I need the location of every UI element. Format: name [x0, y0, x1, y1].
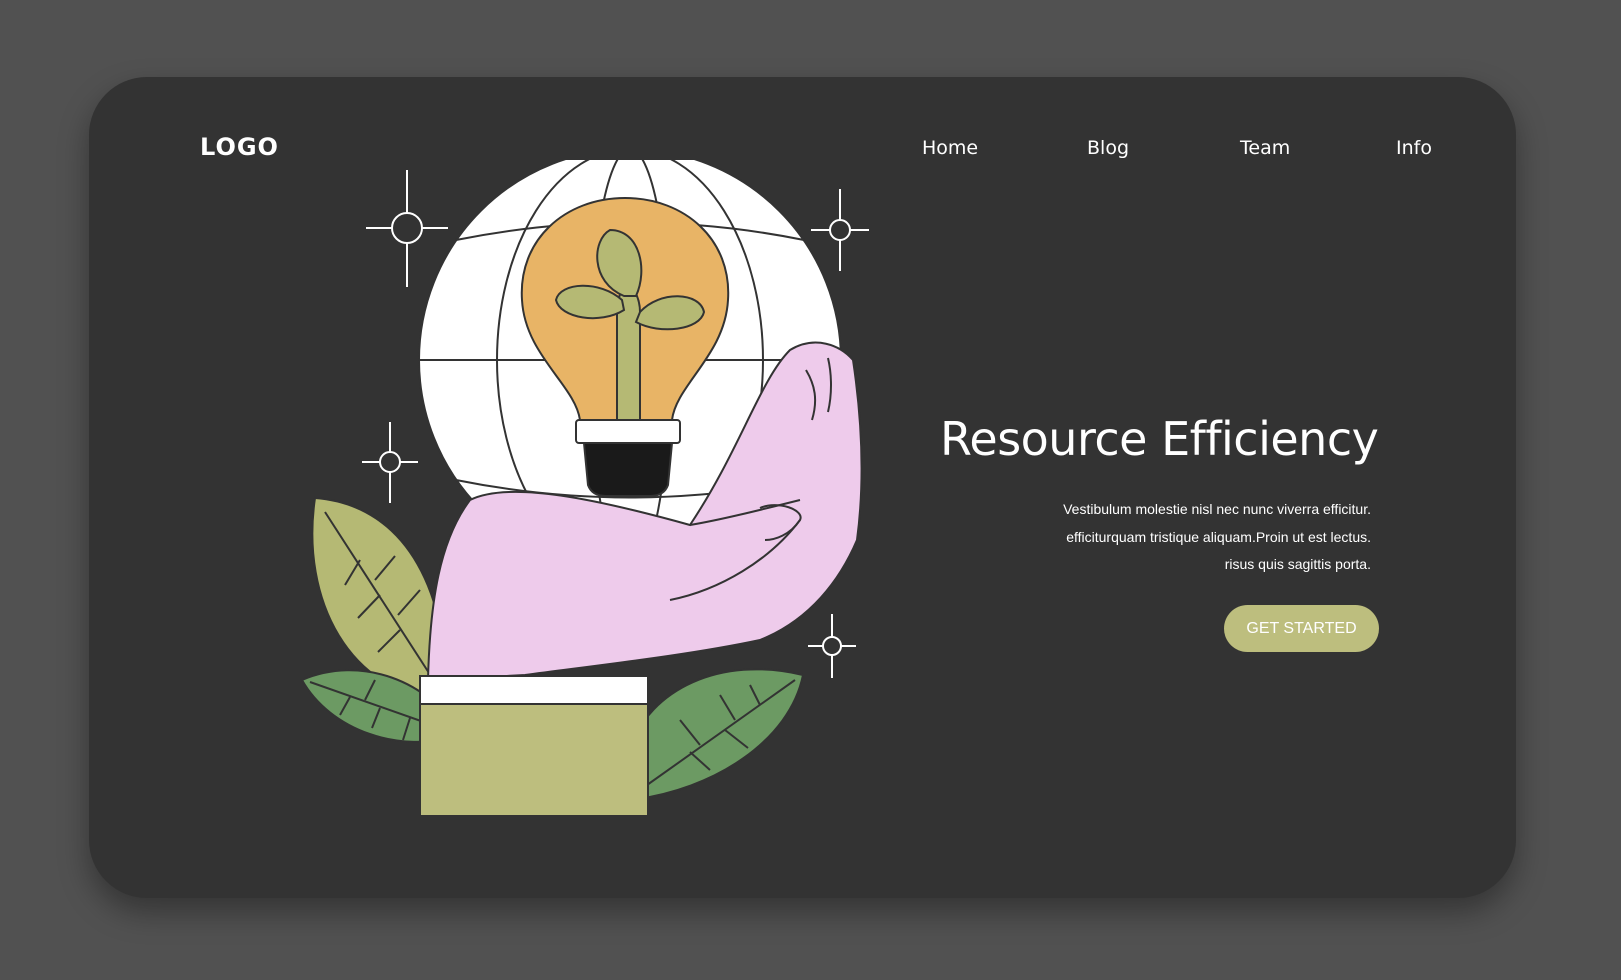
sparkle-icon: [808, 614, 856, 678]
sparkle-icon: [811, 189, 869, 271]
hero-description-line: risus quis sagittis porta.: [1224, 556, 1371, 572]
sparkle-icon: [362, 422, 418, 503]
logo[interactable]: LOGO: [200, 133, 279, 161]
hero-description-line: efficiturquam tristique aliquam.Proin ut…: [1066, 528, 1371, 545]
hero-description: Vestibulum molestie nisl nec nunc viverr…: [971, 496, 1371, 579]
nav-info[interactable]: Info: [1396, 137, 1432, 159]
nav-blog[interactable]: Blog: [1087, 137, 1129, 159]
hero-title: Resource Efficiency: [940, 412, 1379, 466]
sparkle-icon: [366, 170, 448, 287]
get-started-button[interactable]: GET STARTED: [1224, 605, 1379, 652]
sleeve-icon: [419, 675, 649, 817]
nav-team[interactable]: Team: [1240, 137, 1290, 159]
hero-illustration: [300, 160, 869, 817]
hero-description-line: Vestibulum molestie nisl nec nunc viverr…: [1063, 501, 1371, 517]
leaf-icon: [311, 496, 447, 702]
nav-home[interactable]: Home: [922, 137, 978, 159]
leaf-icon: [629, 668, 805, 802]
